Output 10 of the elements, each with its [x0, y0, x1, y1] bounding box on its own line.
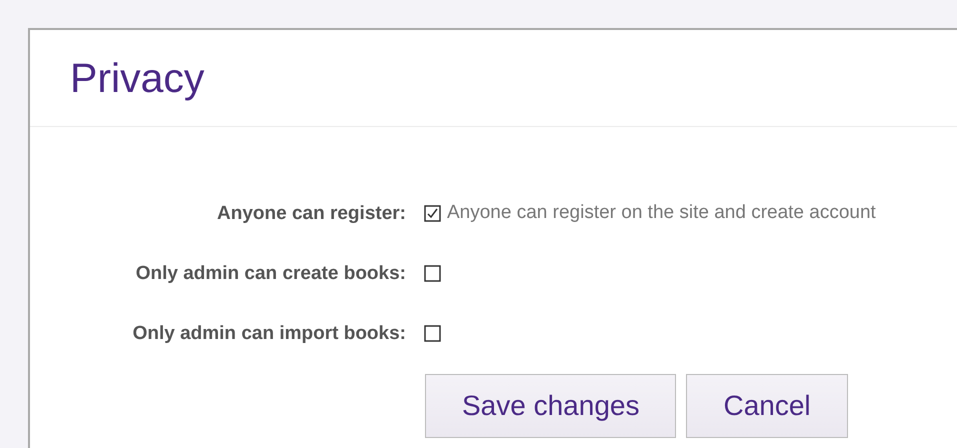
checkbox[interactable] [424, 265, 441, 282]
checkbox[interactable] [424, 205, 441, 222]
page-title: Privacy [70, 54, 204, 102]
cancel-button[interactable]: Cancel [686, 374, 848, 438]
setting-label: Anyone can register: [216, 202, 406, 226]
checkbox[interactable] [424, 325, 441, 342]
save-button[interactable]: Save changes [425, 374, 676, 438]
setting-description: Anyone can register on the site and create account [447, 203, 876, 223]
setting-label: Only admin can import books: [132, 322, 406, 346]
setting-label: Only admin can create books: [134, 262, 406, 286]
